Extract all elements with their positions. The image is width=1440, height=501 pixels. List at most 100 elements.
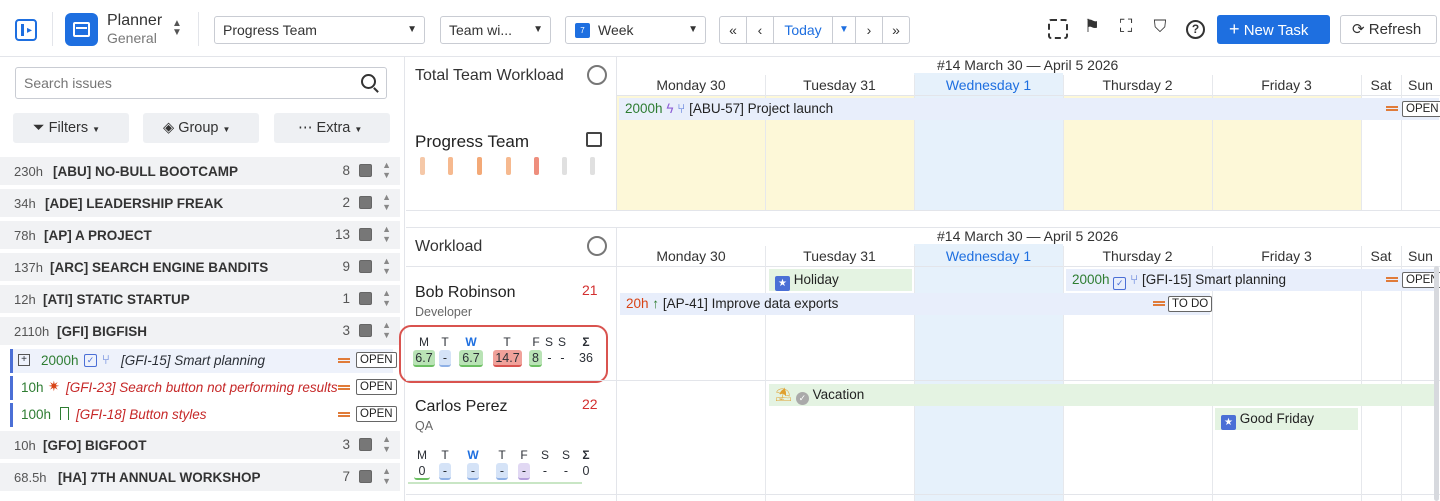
extra-button[interactable]: ⋯ Extra ▼	[274, 113, 390, 143]
checkbox-icon[interactable]	[359, 164, 372, 177]
filters-button[interactable]: ⏷ Filters ▼	[13, 113, 129, 143]
search-input[interactable]	[24, 74, 344, 92]
checkbox-icon: ✓	[84, 354, 97, 367]
calendar-clock-icon[interactable]	[586, 132, 602, 147]
chevron-down-icon: ▼	[688, 24, 698, 35]
day-load: 6.7	[413, 350, 435, 367]
event-smart-planning[interactable]: 2000h ✓ ⑂ [GFI-15] Smart planning	[1066, 269, 1437, 291]
task-row[interactable]: 100h [GFI-18] Button styles OPEN	[10, 403, 397, 427]
workload-panel: Workload Bob Robinson 21 Developer M T W…	[399, 228, 617, 501]
chevron-down-icon: ▼	[407, 24, 417, 35]
status-badge[interactable]: OPEN	[356, 379, 397, 395]
subtask-icon: ⑂	[677, 101, 686, 116]
day-load: -	[467, 463, 479, 480]
next-button[interactable]: ›	[855, 16, 883, 44]
day-header-today: Wednesday 1	[945, 77, 1032, 93]
task-row[interactable]: 10h ✷ [GFI-23] Search button not perform…	[10, 376, 397, 400]
team-select[interactable]: Progress Team ▼	[214, 16, 425, 44]
chevron-down-icon: ▼	[533, 24, 543, 35]
checkbox-icon[interactable]	[359, 324, 372, 337]
day-header: Sat	[1370, 77, 1392, 93]
event-good-friday[interactable]: ★ Good Friday	[1215, 408, 1358, 430]
checkbox-icon[interactable]	[359, 470, 372, 483]
app-subtitle: General	[107, 30, 157, 46]
priority-medium-icon	[1153, 301, 1165, 306]
fullscreen-icon[interactable]: ⛶	[1116, 16, 1136, 37]
checkbox-icon[interactable]	[359, 292, 372, 305]
prev-button[interactable]: ‹	[746, 16, 774, 44]
project-row[interactable]: 68.5h [HA] 7TH ANNUAL WORKSHOP 7 ▲ ▼	[0, 463, 400, 491]
event-holiday[interactable]: ★ Holiday	[769, 269, 912, 291]
workload-label: Workload	[415, 238, 483, 255]
project-row[interactable]: 12h [ATI] STATIC STARTUP 1 ▲ ▼	[0, 285, 400, 313]
period-select[interactable]: 7 Week ▼	[565, 16, 706, 44]
new-task-button[interactable]: + New Task	[1217, 15, 1330, 44]
day-load: -	[439, 350, 451, 367]
gear-icon[interactable]	[587, 236, 607, 256]
project-row[interactable]: 10h [GFO] BIGFOOT 3 ▲ ▼	[0, 431, 400, 459]
top-toolbar: ▸ Planner General ▲ ▼ Progress Team ▼ Team…	[0, 0, 1440, 57]
plus-icon: +	[1229, 19, 1240, 39]
event-vacation[interactable]: ⛱ ✓ Vacation	[769, 384, 1437, 406]
bug-icon: ✷	[48, 378, 60, 394]
day-header: Thursday 2	[1102, 77, 1173, 93]
next-week-double-button[interactable]: »	[882, 16, 910, 44]
priority-medium-icon	[338, 385, 350, 390]
sort-icon[interactable]: ▲ ▼	[382, 434, 391, 454]
today-button[interactable]: Today	[773, 16, 833, 44]
sidebar-toggle-icon[interactable]: ▸	[15, 19, 37, 41]
status-badge[interactable]: OPEN	[1402, 101, 1440, 117]
check-circle-icon: ✓	[795, 392, 809, 405]
priority-medium-icon	[338, 412, 350, 417]
sort-icon[interactable]: ▲ ▼	[382, 192, 391, 212]
expand-icon[interactable]: +	[18, 354, 30, 366]
filter-icon[interactable]: ⛉	[1150, 17, 1170, 37]
person-role: Developer	[415, 305, 472, 319]
checkbox-icon[interactable]	[359, 438, 372, 451]
checkbox-icon[interactable]	[359, 228, 372, 241]
project-row[interactable]: 137h [ARC] SEARCH ENGINE BANDITS 9 ▲ ▼	[0, 253, 400, 281]
sort-icon[interactable]: ▲ ▼	[382, 256, 391, 276]
app-switch-icon[interactable]: ▲ ▼	[172, 19, 182, 38]
day-header: Tuesday 31	[803, 248, 876, 264]
day-header: Tuesday 31	[803, 77, 876, 93]
sort-icon[interactable]: ▲ ▼	[382, 466, 391, 486]
project-row[interactable]: 230h [ABU] NO-BULL BOOTCAMP 8 ▲ ▼	[0, 157, 400, 185]
status-badge[interactable]: OPEN	[356, 406, 397, 422]
subtask-icon: ⑂	[102, 352, 110, 367]
funnel-icon: ⏷	[33, 120, 45, 136]
checkbox-icon: ✓	[1113, 277, 1127, 290]
status-badge[interactable]: OPEN	[356, 352, 397, 368]
checkbox-icon[interactable]	[359, 260, 372, 273]
project-row[interactable]: 34h [ADE] LEADERSHIP FREAK 2 ▲ ▼	[0, 189, 400, 217]
event-project-launch[interactable]: 2000h ϟ ⑂ [ABU-57] Project launch	[619, 98, 1439, 120]
task-row[interactable]: + 2000h ✓ ⑂ [GFI-15] Smart planning OPEN	[10, 349, 397, 373]
sort-icon[interactable]: ▲ ▼	[382, 288, 391, 308]
view-select[interactable]: Team wi... ▼	[440, 16, 551, 44]
sort-icon[interactable]: ▲ ▼	[382, 160, 391, 180]
project-row[interactable]: 78h [AP] A PROJECT 13 ▲ ▼	[0, 221, 400, 249]
more-icon: ⋯	[298, 120, 313, 136]
day-load: -	[560, 351, 565, 365]
star-icon: ★	[1221, 415, 1236, 430]
refresh-button[interactable]: ⟳ Refresh	[1340, 15, 1437, 44]
prev-week-double-button[interactable]: «	[719, 16, 747, 44]
search-box[interactable]	[15, 67, 387, 99]
gear-icon[interactable]	[587, 65, 607, 85]
star-icon: ★	[775, 276, 790, 291]
event-improve-data-exports[interactable]: 20h ↑ [AP-41] Improve data exports	[620, 293, 1210, 315]
status-badge[interactable]: TO DO	[1168, 296, 1213, 312]
flag-icon[interactable]: ⚑	[1082, 16, 1102, 37]
today-dropdown-button[interactable]: ▼	[832, 16, 856, 44]
day-load: -	[542, 464, 548, 478]
project-row[interactable]: 2110h [GFI] BIGFISH 3 ▲ ▼	[0, 317, 400, 345]
vertical-scrollbar[interactable]	[1434, 266, 1439, 501]
priority-medium-icon	[1386, 106, 1398, 111]
focus-icon[interactable]	[1048, 19, 1068, 39]
sort-icon[interactable]: ▲ ▼	[382, 224, 391, 244]
beach-icon: ⛱	[775, 387, 793, 402]
sort-icon[interactable]: ▲ ▼	[382, 320, 391, 340]
checkbox-icon[interactable]	[359, 196, 372, 209]
help-icon[interactable]: ?	[1186, 20, 1205, 39]
group-button[interactable]: ◈ Group ▼	[143, 113, 259, 143]
